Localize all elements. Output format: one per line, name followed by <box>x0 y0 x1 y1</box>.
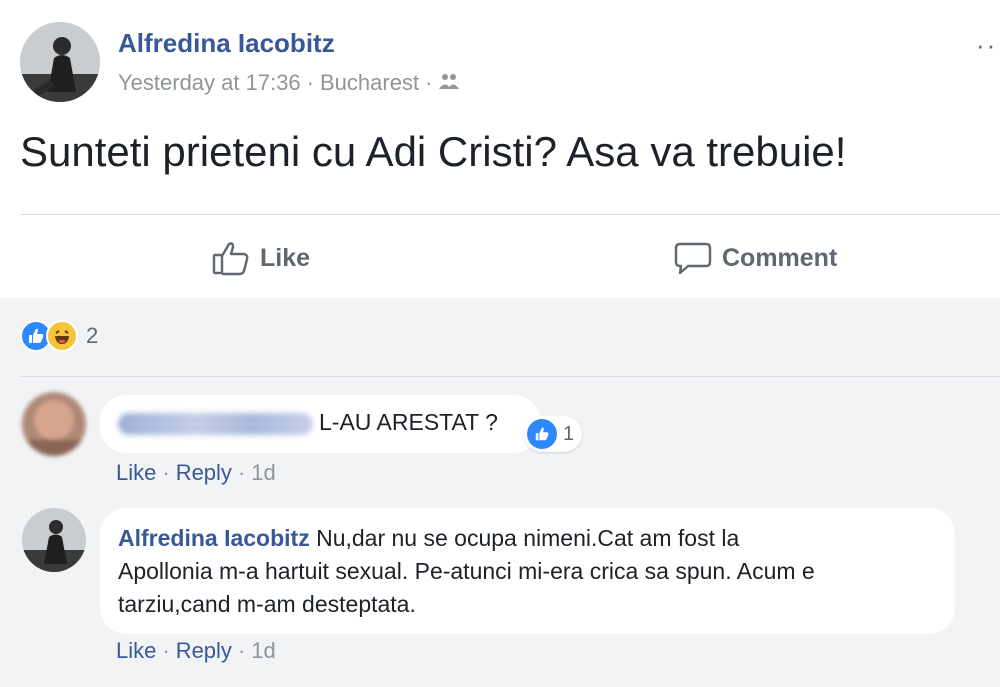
comment-bubble: L-AU ARESTAT ? <box>100 395 540 453</box>
comment-author-name[interactable]: Alfredina Iacobitz <box>118 525 310 551</box>
comment-actions: Like · Reply · 1d <box>116 460 276 486</box>
comment-like-link[interactable]: Like <box>116 638 156 664</box>
comment-avatar-blurred[interactable] <box>22 392 86 456</box>
like-button[interactable]: Like <box>212 236 310 280</box>
post-location[interactable]: Bucharest <box>320 70 419 96</box>
comment-text-line: Apollonia m-a hartuit sexual. Pe-atunci … <box>118 558 815 584</box>
comment-like-badge[interactable]: 1 <box>524 416 583 452</box>
comment-like-link[interactable]: Like <box>116 460 156 486</box>
comment-text-line: tarziu,cand m-am desteptata. <box>118 591 416 617</box>
comment-button[interactable]: Comment <box>674 236 837 280</box>
more-options-icon[interactable]: ·· <box>976 30 997 61</box>
blurred-author-name[interactable] <box>118 412 313 435</box>
post-meta: Yesterday at 17:36 · Bucharest · <box>118 70 460 96</box>
comment-icon <box>674 242 712 275</box>
post-timestamp[interactable]: Yesterday at 17:36 <box>118 70 301 96</box>
separator: · <box>237 460 246 485</box>
comment-reply-link[interactable]: Reply <box>176 638 232 664</box>
comment-author-avatar[interactable] <box>22 508 86 572</box>
meta-separator: · <box>306 70 314 95</box>
comment-text: L-AU ARESTAT ? <box>319 409 498 435</box>
separator: · <box>162 638 170 663</box>
thumbs-up-icon <box>212 242 249 276</box>
author-avatar[interactable] <box>20 22 100 102</box>
post-text: Sunteti prieteni cu Adi Cristi? Asa va t… <box>20 128 847 175</box>
comment-age[interactable]: 1d <box>251 638 275 664</box>
reaction-count: 2 <box>86 323 99 348</box>
comment-like-count: 1 <box>563 422 575 445</box>
separator: · <box>162 460 170 485</box>
friends-icon[interactable] <box>438 70 460 96</box>
meta-separator: · <box>425 70 433 95</box>
reactions-summary[interactable]: 2 <box>20 320 98 352</box>
comment-reply-link[interactable]: Reply <box>176 460 232 486</box>
comment-label: Comment <box>722 243 838 272</box>
divider <box>20 214 1000 215</box>
comment-actions: Like · Reply · 1d <box>116 638 276 664</box>
post-card: Alfredina Iacobitz Yesterday at 17:36 · … <box>0 0 1000 298</box>
divider <box>20 376 1000 377</box>
haha-reaction-icon <box>46 320 78 352</box>
like-label: Like <box>260 243 311 272</box>
comments-section: 2 L-AU ARESTAT ? 1 Like · Reply · 1d Alf… <box>0 298 1000 687</box>
separator: · <box>237 638 246 663</box>
comment-text-line: Nu,dar nu se ocupa nimeni.Cat am fost la <box>316 525 740 551</box>
comment-bubble: Alfredina Iacobitz Nu,dar nu se ocupa ni… <box>100 508 955 634</box>
like-reaction-icon <box>527 419 557 449</box>
comment-age[interactable]: 1d <box>251 460 275 486</box>
post-author-name[interactable]: Alfredina Iacobitz <box>118 28 335 59</box>
